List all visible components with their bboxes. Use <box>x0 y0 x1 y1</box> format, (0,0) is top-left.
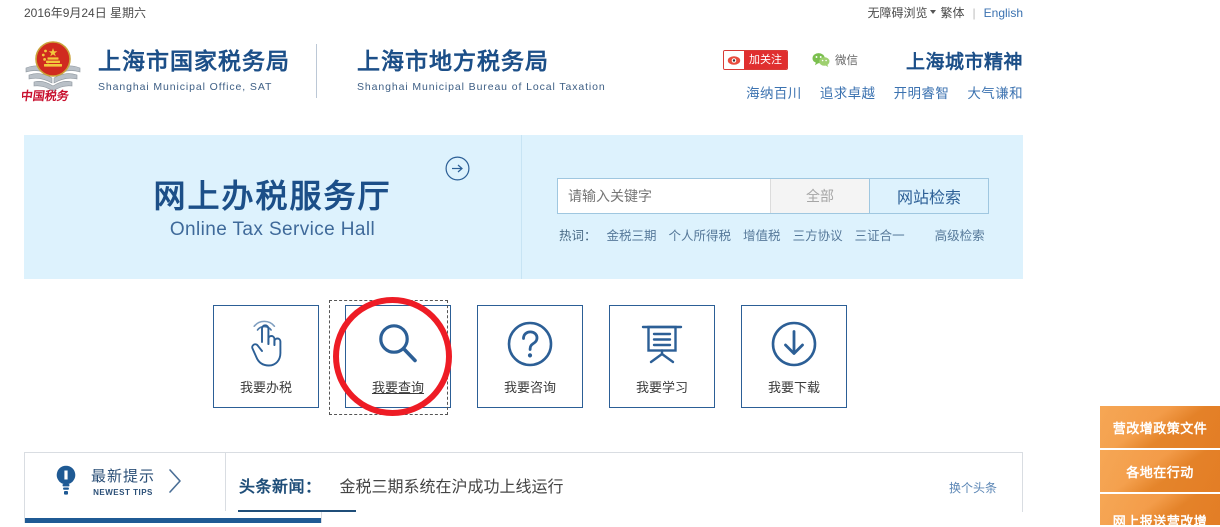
spirit-word-4: 大气谦和 <box>967 86 1023 101</box>
hot-word-4[interactable]: 三方协议 <box>793 225 843 244</box>
card-wo-yao-ban-shui[interactable]: 我要办税 <box>213 305 319 408</box>
floating-tab-policy-docs[interactable]: 营改增政策文件 <box>1100 406 1220 450</box>
floating-tab-regions-in-action[interactable]: 各地在行动 <box>1100 450 1220 494</box>
quick-action-cards: 我要办税 我要查询 我要咨询 我要学习 我要下载 <box>213 305 848 410</box>
city-spirit-words: 海纳百川 追求卓越 开明睿智 大气谦和 <box>746 82 1023 102</box>
org-national-office-en: Shanghai Municipal Office, SAT <box>98 80 273 93</box>
hot-words-row: 热词： 金税三期 个人所得税 增值税 三方协议 三证合一 高级检索 <box>559 225 997 244</box>
hot-word-5[interactable]: 三证合一 <box>855 225 905 244</box>
masthead: 中国税务 上海市国家税务局 Shanghai Municipal Office,… <box>0 30 1220 118</box>
change-headline-link[interactable]: 换个头条 <box>949 479 997 496</box>
card-wo-yao-xue-xi[interactable]: 我要学习 <box>609 305 715 408</box>
card-wo-yao-xia-zai[interactable]: 我要下载 <box>741 305 847 408</box>
wechat-label: 微信 <box>835 55 858 67</box>
newest-tips-cn: 最新提示 <box>91 467 156 485</box>
weibo-eye-icon <box>724 51 744 69</box>
news-divider <box>225 453 226 511</box>
advanced-search-link[interactable]: 高级检索 <box>935 225 985 244</box>
top-utility-bar: 2016年9月24日 星期六 无障碍浏览 繁体 | English <box>0 0 1220 24</box>
site-search-button[interactable]: 网站检索 <box>869 179 988 213</box>
card-label: 我要学习 <box>635 380 688 395</box>
hot-word-2[interactable]: 个人所得税 <box>669 225 732 244</box>
presentation-board-icon <box>639 319 685 369</box>
current-date: 2016年9月24日 星期六 <box>24 6 147 20</box>
floating-tab-online-filing[interactable]: 网上报送营改增 <box>1100 494 1220 527</box>
traditional-chinese-link[interactable]: 繁体 <box>941 4 965 21</box>
card-label: 我要办税 <box>239 380 292 395</box>
chevron-down-icon[interactable] <box>929 10 936 14</box>
headline-label: 头条新闻： <box>239 477 322 496</box>
card-wo-yao-cha-xun[interactable]: 我要查询 <box>345 305 451 408</box>
hero-title-en: Online Tax Service Hall <box>169 219 376 240</box>
org-national-office: 上海市国家税务局 Shanghai Municipal Office, SAT <box>98 49 290 92</box>
hot-word-3[interactable]: 增值税 <box>743 225 781 244</box>
weibo-follow-label: 加关注 <box>744 51 787 69</box>
headline-block[interactable]: 头条新闻： 金税三期系统在沪成功上线运行 <box>239 473 564 497</box>
floating-tab-label: 营改增政策文件 <box>1112 421 1208 437</box>
search-scope-select[interactable]: 全部 <box>770 179 869 213</box>
floating-tab-label: 各地在行动 <box>1126 465 1194 481</box>
masthead-right: 加关注 微信 上海城市精神 海纳百川 追求卓越 开明睿智 大气谦和 <box>723 50 1023 120</box>
newest-tips-block[interactable]: 最新提示 NEWEST TIPS <box>55 464 183 498</box>
magnifier-icon <box>375 319 421 369</box>
org-national-office-cn: 上海市国家税务局 <box>98 49 290 76</box>
question-circle-icon <box>506 319 554 369</box>
city-spirit-title: 上海城市精神 <box>905 51 1023 73</box>
card-wo-yao-zi-xun[interactable]: 我要咨询 <box>477 305 583 408</box>
card-label: 我要下载 <box>767 380 820 395</box>
card-label: 我要查询 <box>371 380 424 395</box>
hot-words-label: 热词： <box>559 229 597 243</box>
china-taxation-emblem-icon: 中国税务 <box>20 38 84 104</box>
headline-text[interactable]: 金税三期系统在沪成功上线运行 <box>340 473 564 497</box>
logo-block[interactable]: 中国税务 上海市国家税务局 Shanghai Municipal Office,… <box>20 38 606 104</box>
divider: | <box>972 5 976 20</box>
lightbulb-icon <box>55 464 77 498</box>
floating-tab-label: 网上报送营改增 <box>1112 515 1208 527</box>
spirit-word-2: 追求卓越 <box>819 86 876 101</box>
hand-tap-icon <box>244 319 288 369</box>
spirit-word-1: 海纳百川 <box>746 86 802 101</box>
news-strip: 最新提示 NEWEST TIPS 头条新闻： 金税三期系统在沪成功上线运行 换个… <box>24 452 1023 512</box>
english-link[interactable]: English <box>984 6 1023 20</box>
utility-links: 无障碍浏览 繁体 | English <box>867 4 1023 21</box>
newest-tips-en: NEWEST TIPS <box>93 488 153 497</box>
search-panel: 全部 网站检索 热词： 金税三期 个人所得税 增值税 三方协议 三证合一 高级检… <box>522 135 1023 279</box>
chevron-right-icon[interactable] <box>167 464 183 498</box>
svg-text:中国税务: 中国税务 <box>22 88 71 103</box>
arrow-right-circle-icon[interactable] <box>445 156 470 181</box>
hero-banner: 网上办税服务厅 Online Tax Service Hall 全部 网站检索 … <box>24 135 1023 279</box>
accessibility-link[interactable]: 无障碍浏览 <box>867 4 927 21</box>
card-label: 我要咨询 <box>503 380 556 395</box>
wechat-link[interactable]: 微信 <box>812 52 858 68</box>
hot-word-1[interactable]: 金税三期 <box>607 225 657 244</box>
masthead-divider <box>316 44 317 98</box>
search-input[interactable] <box>558 179 770 213</box>
wechat-icon <box>812 52 830 68</box>
panel-below-news <box>24 512 322 523</box>
spirit-word-3: 开明睿智 <box>893 86 950 101</box>
floating-side-tabs: 营改增政策文件 各地在行动 网上报送营改增 <box>1100 406 1220 527</box>
panel-accent-bar <box>25 518 321 523</box>
newest-tips-text: 最新提示 NEWEST TIPS <box>91 465 155 497</box>
search-bar: 全部 网站检索 <box>557 178 989 214</box>
weibo-follow-button[interactable]: 加关注 <box>723 50 788 70</box>
org-local-bureau: 上海市地方税务局 Shanghai Municipal Bureau of Lo… <box>357 49 606 92</box>
org-local-bureau-cn: 上海市地方税务局 <box>357 49 549 76</box>
org-local-bureau-en: Shanghai Municipal Bureau of Local Taxat… <box>357 80 606 93</box>
download-circle-icon <box>770 319 818 369</box>
